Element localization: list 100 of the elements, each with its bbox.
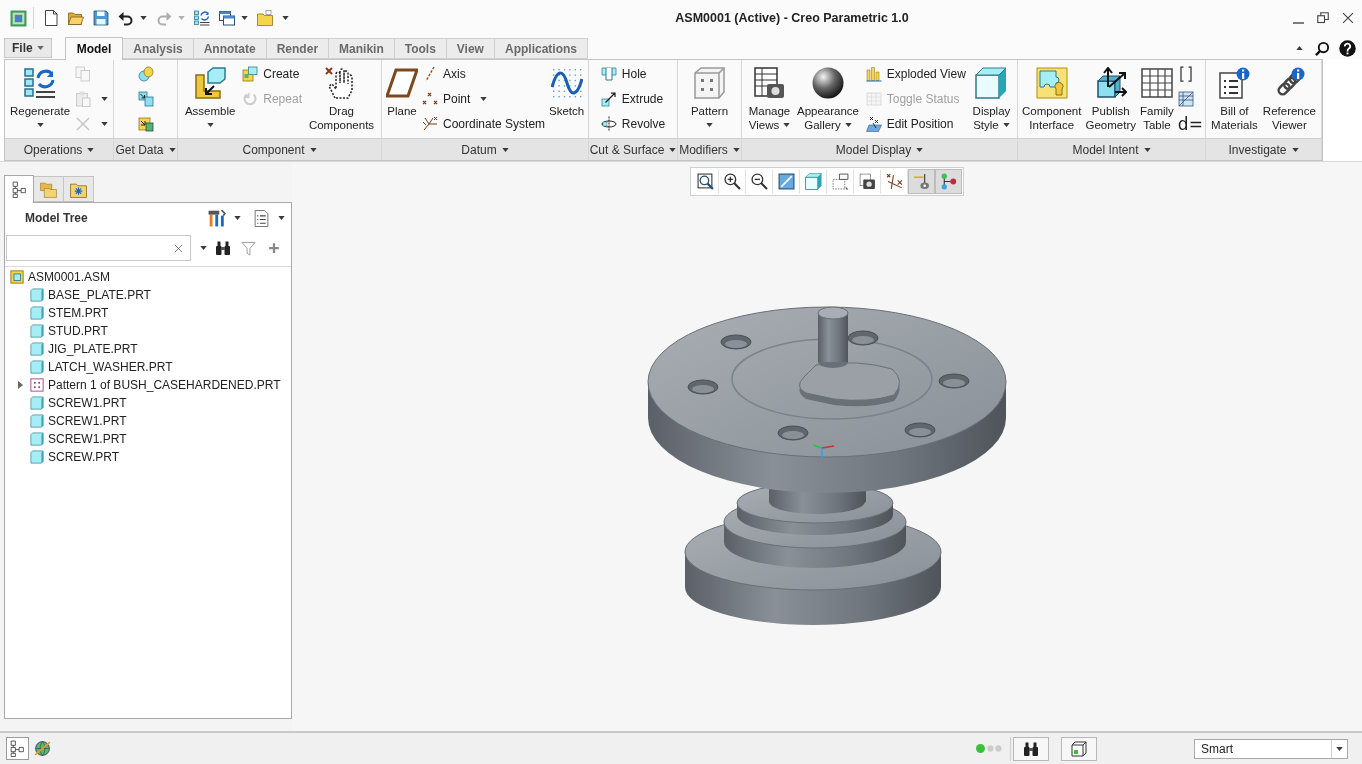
selection-filter-dropdown[interactable]: Smart	[1194, 738, 1348, 759]
create-button[interactable]: Create	[240, 61, 304, 86]
caret-down-icon	[1143, 147, 1151, 152]
hole-icon	[600, 65, 617, 82]
ribbon-tab[interactable]: Render	[266, 38, 330, 59]
tree-item[interactable]: BASE_PLATE.PRT	[5, 286, 291, 304]
group-menu-button[interactable]: Datum	[382, 138, 588, 160]
search-icon	[1314, 40, 1330, 56]
display-style-button[interactable]: Display Style	[970, 60, 1013, 138]
tree-settings-button[interactable]	[208, 209, 241, 227]
coordinate-system-button[interactable]: Coordinate System	[420, 111, 548, 136]
expand-arrow-icon[interactable]	[18, 381, 23, 389]
exploded-view-button[interactable]: Exploded View	[863, 61, 968, 86]
publish-geometry-button[interactable]: Publish Geometry	[1083, 60, 1138, 138]
globe-icon	[34, 740, 51, 757]
search-field[interactable]	[6, 235, 191, 261]
navigator-toggle-button[interactable]	[6, 737, 29, 760]
sketch-button[interactable]: Sketch	[547, 60, 587, 138]
folders-icon	[40, 180, 57, 198]
binoculars-icon	[1023, 740, 1039, 757]
exploded-bars-icon	[865, 65, 882, 82]
copy-geometry-icon	[137, 115, 154, 132]
search-button[interactable]	[1314, 40, 1330, 56]
group-menu-button[interactable]: Investigate	[1206, 138, 1321, 160]
file-menu-button[interactable]: File	[4, 38, 52, 58]
family-table-button[interactable]: Family Table	[1137, 60, 1176, 138]
group-menu-button[interactable]: Model Display	[742, 138, 1017, 160]
find-button[interactable]	[215, 240, 231, 256]
part-cube-icon	[30, 450, 44, 464]
tree-item[interactable]: Pattern 1 of BUSH_CASEHARDENED.PRT	[5, 376, 291, 394]
navigator-tab[interactable]	[64, 176, 94, 202]
tree-item[interactable]: STUD.PRT	[5, 322, 291, 340]
add-column-button[interactable]	[268, 242, 280, 254]
axis-button[interactable]: Axis	[420, 61, 548, 86]
regenerate-button[interactable]: Regenerate	[7, 60, 73, 138]
ribbon-tab[interactable]: Tools	[394, 38, 447, 59]
reference-viewer-button[interactable]: Reference Viewer	[1260, 60, 1318, 138]
tree-item[interactable]: SCREW.PRT	[5, 448, 291, 466]
binoculars-icon	[215, 240, 231, 256]
group-menu-button[interactable]: Component	[178, 138, 381, 160]
spin-center-button[interactable]	[908, 169, 935, 194]
repaint-square-icon	[778, 173, 795, 190]
tree-item[interactable]: LATCH_WASHER.PRT	[5, 358, 291, 376]
group-menu-button[interactable]: Modifiers	[678, 138, 741, 160]
group-menu-button[interactable]: Get Data	[114, 138, 177, 160]
windows-icon	[219, 10, 235, 26]
bill-of-materials-button[interactable]: Bill of Materials	[1209, 60, 1260, 138]
hole-button[interactable]: Hole	[598, 61, 668, 86]
node-display-button[interactable]	[935, 169, 962, 194]
table-camera-icon	[753, 67, 786, 99]
navigator-tab[interactable]	[4, 175, 34, 203]
ribbon-tab[interactable]: Analysis	[123, 38, 194, 59]
revolve-icon	[600, 115, 617, 132]
tree-item[interactable]: SCREW1.PRT	[5, 412, 291, 430]
caret-down-icon	[1291, 147, 1299, 152]
extrude-button[interactable]: Extrude	[598, 86, 668, 111]
edit-position-button[interactable]: Edit Position	[863, 111, 968, 136]
group-menu-button[interactable]: Cut & Surface	[589, 138, 677, 160]
ribbon-tab[interactable]: Manikin	[329, 38, 395, 59]
group-menu-button[interactable]: Model Intent	[1018, 138, 1205, 160]
coordinate-axes-icon	[422, 115, 438, 132]
caret-down-icon	[1336, 746, 1343, 751]
plane-button[interactable]: Plane	[384, 60, 420, 138]
group-menu-button[interactable]: Operations	[5, 138, 113, 160]
zoom-out-icon	[751, 173, 768, 190]
drag-components-button[interactable]: Drag Components	[306, 60, 377, 138]
tree-item[interactable]: JIG_PLATE.PRT	[5, 340, 291, 358]
appearance-gallery-button[interactable]: Appearance Gallery	[794, 60, 861, 138]
show-menu-button[interactable]	[253, 209, 285, 227]
caret-down-icon	[178, 16, 185, 20]
sphere-icon	[812, 67, 844, 99]
ribbon-tab[interactable]: Applications	[494, 38, 588, 59]
component-interface-button[interactable]: Component Interface	[1020, 60, 1084, 138]
close-button[interactable]	[1342, 12, 1354, 24]
find-status-button[interactable]	[1013, 736, 1049, 761]
zoom-in-icon	[724, 173, 741, 190]
assemble-button[interactable]: Assemble	[182, 60, 238, 138]
tree-nodes-icon	[9, 740, 26, 757]
part-cube-icon	[30, 396, 44, 410]
point-button[interactable]: Point	[420, 86, 548, 111]
pattern-button[interactable]: Pattern	[688, 60, 731, 138]
puzzle-piece-icon	[1035, 67, 1068, 99]
tree-item[interactable]: ASM0001.ASM	[5, 268, 291, 286]
ribbon-tab[interactable]: Model	[64, 37, 124, 60]
selection-button[interactable]	[1061, 736, 1097, 761]
zoom-fit-icon	[697, 173, 714, 190]
revolve-button[interactable]: Revolve	[598, 111, 668, 136]
part-cube-icon	[30, 288, 44, 302]
restore-button[interactable]	[1317, 12, 1329, 24]
manage-views-button[interactable]: Manage Views	[746, 60, 793, 138]
ribbon-tab[interactable]: Annotate	[193, 38, 267, 59]
relations-button[interactable]: d=	[1175, 111, 1205, 136]
tree-item[interactable]: STEM.PRT	[5, 304, 291, 322]
annotation-frame-icon	[832, 173, 849, 190]
document-list-info-icon	[1218, 67, 1251, 99]
help-button[interactable]	[1338, 39, 1356, 57]
tree-item[interactable]: SCREW1.PRT	[5, 394, 291, 412]
part-cube-icon	[30, 342, 44, 356]
tree-item[interactable]: SCREW1.PRT	[5, 430, 291, 448]
ribbon-tab[interactable]: View	[446, 38, 495, 59]
